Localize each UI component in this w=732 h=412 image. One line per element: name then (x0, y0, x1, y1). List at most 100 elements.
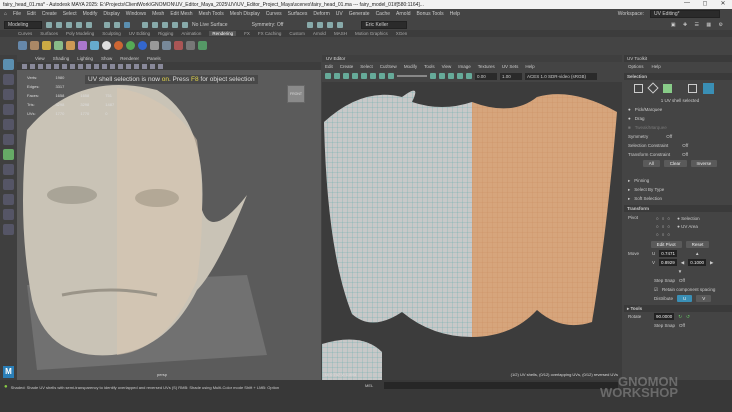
menu-edit[interactable]: Edit (27, 11, 36, 17)
uv-menu-cut-sew[interactable]: Cut/Sew (380, 64, 397, 69)
toolkit-menu-options[interactable]: Options (628, 64, 644, 69)
pinning-section[interactable]: Pinning (634, 178, 649, 183)
menu-surfaces[interactable]: Surfaces (288, 11, 308, 17)
save-scene-icon[interactable] (66, 21, 72, 28)
uv-menu-create[interactable]: Create (340, 64, 354, 69)
viewport-menu-lighting[interactable]: Lighting (77, 56, 93, 61)
select-by-type-section[interactable]: Select By Type (634, 187, 664, 192)
user-account-dropdown[interactable]: Eric Keller (361, 20, 408, 29)
symmetry-dropdown[interactable]: Symmetry: Off (252, 22, 284, 28)
uv-menu-uv-sets[interactable]: UV Sets (502, 64, 519, 69)
mel-command-input[interactable] (384, 382, 554, 389)
refresh-icon[interactable] (448, 73, 454, 79)
layout-outliner-icon[interactable] (3, 194, 14, 205)
menu-uv[interactable]: UV (336, 11, 343, 17)
viewport-menu-show[interactable]: Show (101, 56, 112, 61)
hypershade-shelf-icon[interactable] (174, 41, 183, 50)
image-display-icon[interactable] (334, 73, 340, 79)
isolate-select-icon[interactable] (150, 63, 155, 69)
textured-icon[interactable] (126, 63, 131, 69)
layout-single-icon[interactable] (3, 149, 14, 160)
camera-select-icon[interactable] (22, 63, 27, 69)
symmetry-dropdown-tk[interactable]: Off (666, 134, 672, 139)
rotate-cw-icon[interactable]: ↻ (678, 314, 682, 320)
hypershade-icon[interactable] (337, 21, 344, 28)
uv-menu-help[interactable]: Help (525, 64, 534, 69)
filter-icon[interactable] (457, 73, 463, 79)
color-space-dropdown[interactable]: ACES 1.0 SDR-video (sRGB) (525, 72, 597, 80)
select-object-icon[interactable] (114, 21, 120, 28)
move-tool-icon[interactable] (3, 104, 14, 115)
menu-mesh[interactable]: Mesh (152, 11, 164, 17)
clear-button[interactable]: Clear (663, 160, 687, 167)
live-surface-field[interactable]: No Live Surface (192, 22, 228, 28)
mode-dropdown[interactable]: Modeling (4, 20, 42, 29)
workspace-dropdown[interactable]: UV Editing* (650, 10, 720, 18)
move-down-icon[interactable]: ▼ (678, 269, 682, 274)
menu-arnold[interactable]: Arnold (396, 11, 410, 17)
retain-spacing-checkbox[interactable]: ☑ (654, 287, 658, 293)
uv-menu-tools[interactable]: Tools (424, 64, 435, 69)
dim-image-icon[interactable] (388, 73, 394, 79)
rotate-field[interactable]: 90.0000 (654, 313, 675, 320)
uv-menu-select[interactable]: Select (360, 64, 373, 69)
toolkit-menu-help[interactable]: Help (652, 64, 661, 69)
dim-slider[interactable] (397, 75, 427, 77)
mode-drag[interactable]: Drag (635, 116, 645, 121)
transform-constraint-dropdown[interactable]: Off (682, 152, 688, 157)
bookmark-icon[interactable] (38, 63, 43, 69)
light-icon[interactable] (30, 41, 39, 50)
smooth-shade-icon[interactable] (110, 63, 115, 69)
uv-display-icon[interactable] (325, 73, 331, 79)
shelf-tab-fx[interactable]: FX (244, 31, 250, 36)
new-scene-icon[interactable] (46, 21, 52, 28)
wireframe-icon[interactable] (102, 63, 107, 69)
snap-grid-icon[interactable] (142, 21, 148, 28)
distribute-v-button[interactable]: V (696, 295, 712, 302)
menu-display[interactable]: Display (103, 11, 119, 17)
camera-attr-icon[interactable] (30, 63, 35, 69)
shelf-tab-poly-modeling[interactable]: Poly Modeling (66, 31, 94, 36)
reset-pivot-button[interactable]: Reset (685, 241, 710, 248)
menu-select[interactable]: Select (63, 11, 77, 17)
edge-mode-icon[interactable] (647, 82, 659, 94)
layout-four-icon[interactable] (3, 164, 14, 175)
render-setup-icon[interactable] (186, 41, 195, 50)
pivot-grid[interactable]: ○○○ ○○○ ○○○ (656, 215, 673, 239)
film-gate-icon[interactable] (62, 63, 67, 69)
shelf-tab-animation[interactable]: Animation (181, 31, 201, 36)
exposure-field[interactable]: 0.00 (475, 72, 497, 80)
menu-generate[interactable]: Generate (349, 11, 370, 17)
gamma-field[interactable]: 1.00 (500, 72, 522, 80)
blinn-icon[interactable] (126, 41, 135, 50)
wireframe-on-shaded-icon[interactable] (118, 63, 123, 69)
viewport-menu-renderer[interactable]: Renderer (120, 56, 139, 61)
grid-toggle-icon[interactable] (352, 73, 358, 79)
uv-menu-image[interactable]: Image (458, 64, 471, 69)
phong-icon[interactable] (138, 41, 147, 50)
shelf-tab-fx-caching[interactable]: FX Caching (258, 31, 282, 36)
render-icon[interactable] (307, 21, 314, 28)
shelf-tab-motion-graphics[interactable]: Motion Graphics (355, 31, 388, 36)
xray-icon[interactable] (158, 63, 163, 69)
shelf-tab-mash[interactable]: MASH (334, 31, 347, 36)
spot-light-icon[interactable] (42, 41, 51, 50)
panel-toggle-icons[interactable]: ▣ ✚ ☰ ▦ ⚙ (671, 22, 726, 28)
menu-bonus-tools[interactable]: Bonus Tools (416, 11, 443, 17)
shelf-tab-surfaces[interactable]: Surfaces (40, 31, 58, 36)
rotate-step-snap-dropdown[interactable]: Off (679, 323, 685, 328)
undo-icon[interactable] (76, 21, 82, 28)
select-hierarchy-icon[interactable] (104, 21, 110, 28)
rotate-tool-icon[interactable] (3, 119, 14, 130)
menu-help[interactable]: Help (450, 11, 460, 17)
viewport-menu-view[interactable]: View (35, 56, 45, 61)
layout-side-icon[interactable] (3, 179, 14, 190)
snapshot-icon[interactable] (430, 73, 436, 79)
scale-tool-icon[interactable] (3, 134, 14, 145)
edit-pivot-button[interactable]: Edit Pivot (650, 241, 682, 248)
viewport-menu-shading[interactable]: Shading (53, 56, 70, 61)
step-snap-dropdown[interactable]: Off (679, 278, 685, 283)
move-step-field[interactable]: 0.1000 (688, 259, 707, 266)
uv-menu-edit[interactable]: Edit (325, 64, 333, 69)
layout-uv-icon[interactable] (3, 209, 14, 220)
